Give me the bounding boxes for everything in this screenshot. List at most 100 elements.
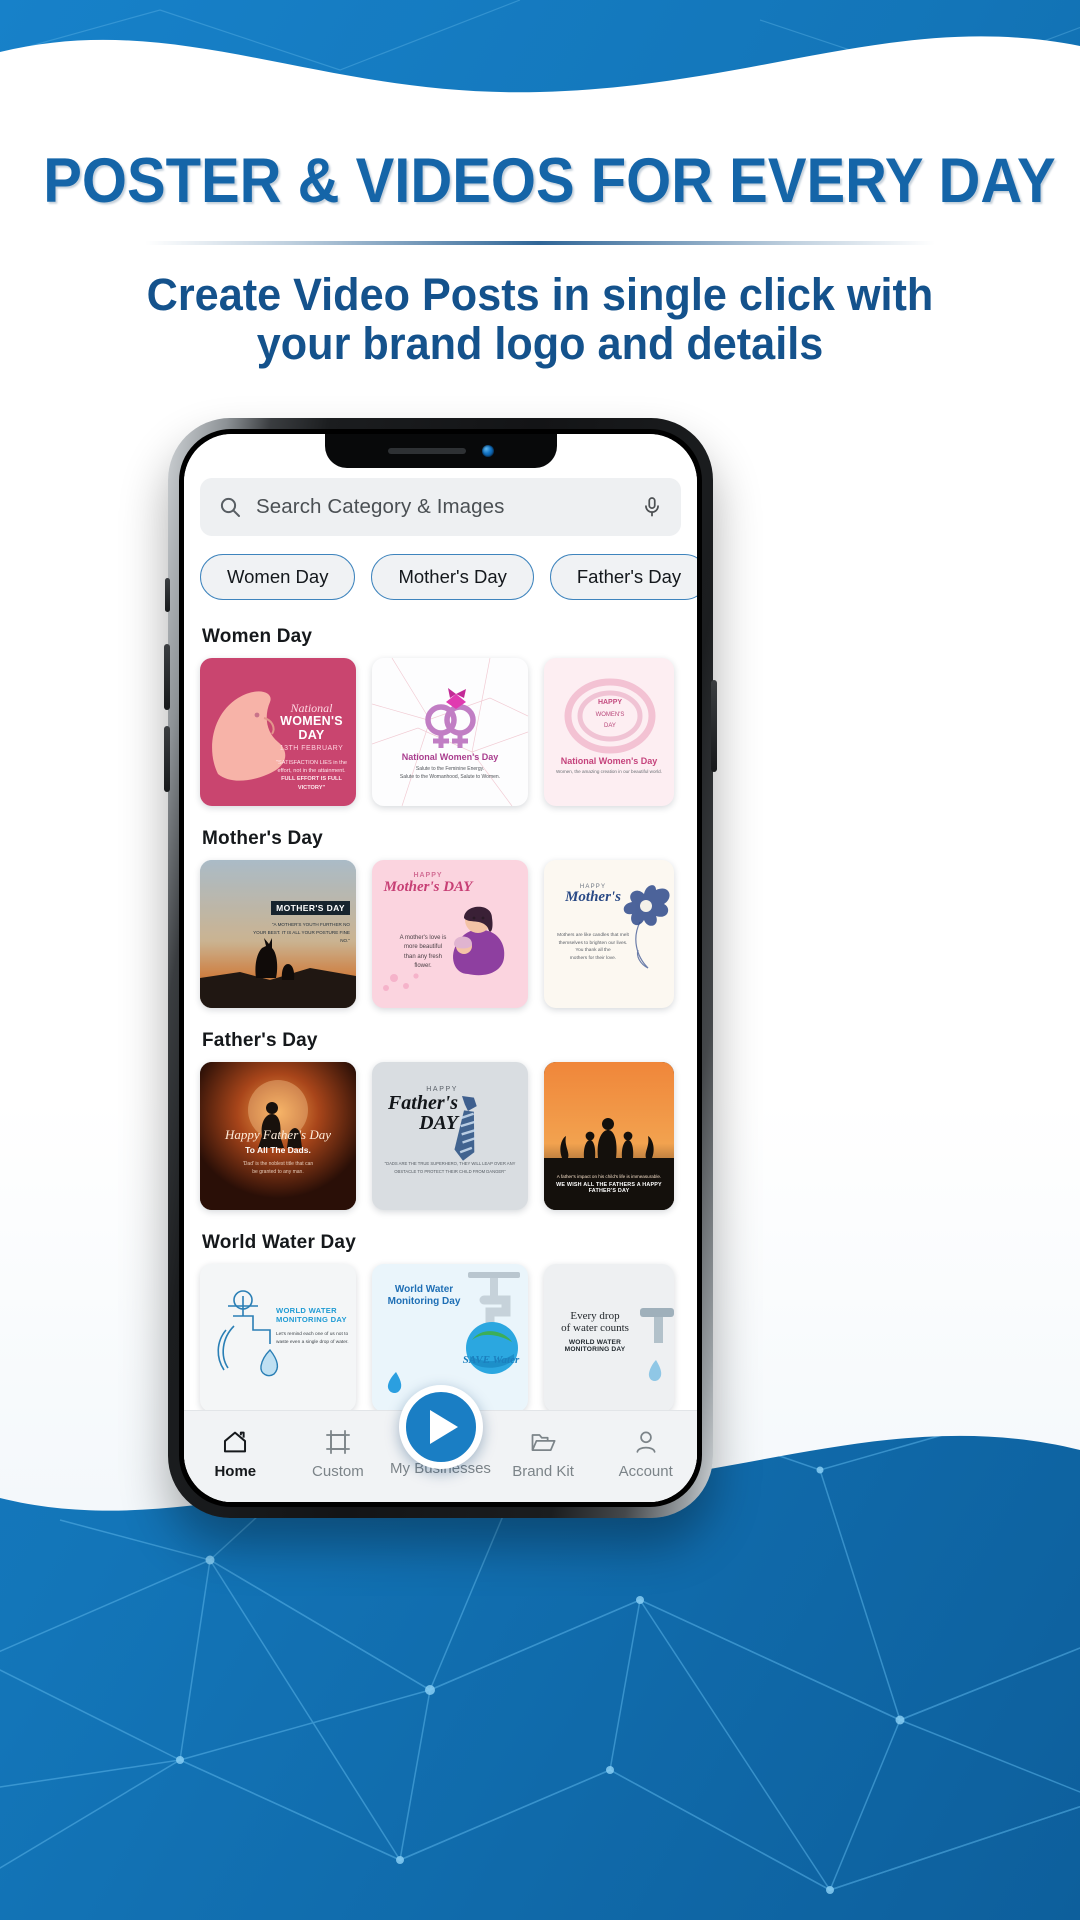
promo-subtitle-line2: your brand logo and details bbox=[256, 317, 824, 369]
nav-item-home[interactable]: Home bbox=[184, 1428, 287, 1480]
poster-main-title: To All The Dads. bbox=[245, 1145, 311, 1155]
chip-fathers-day[interactable]: Father's Day bbox=[549, 554, 697, 600]
poster-quote-line: effort, not in the attainment. bbox=[277, 767, 346, 774]
title-divider bbox=[145, 241, 935, 245]
play-icon bbox=[430, 1410, 458, 1444]
chip-label: Father's Day bbox=[576, 566, 682, 587]
section-title-women-day: Women Day bbox=[202, 626, 313, 647]
nav-item-brand-kit[interactable]: Brand Kit bbox=[492, 1428, 595, 1480]
poster-script-title: Every drop bbox=[570, 1310, 620, 1322]
poster-card[interactable]: HAPPY Mother's Mothers are like candles … bbox=[544, 860, 674, 1008]
power-button[interactable] bbox=[711, 680, 717, 772]
section-title-mothers-day: Mother's Day bbox=[202, 828, 323, 849]
poster-main-title: of water counts bbox=[561, 1322, 629, 1335]
poster-quote-line: Women, the amazing creation in our beaut… bbox=[556, 769, 662, 774]
poster-quote-line: You thank all the bbox=[575, 948, 611, 954]
svg-text:WOMEN'S: WOMEN'S bbox=[596, 712, 625, 718]
poster-row-women-day: National WOMEN'S DAY 13TH FEBRUARY "SATI… bbox=[200, 658, 681, 806]
nav-item-account[interactable]: Account bbox=[594, 1428, 697, 1480]
nav-label: Custom bbox=[312, 1462, 364, 1480]
poster-art-necktie bbox=[454, 1096, 477, 1161]
app-screen: Search Category & Images Women Day Mothe… bbox=[184, 434, 697, 1502]
poster-main-title: MOTHER'S DAY bbox=[271, 901, 350, 915]
poster-main-title: Mother's DAY bbox=[383, 879, 473, 895]
poster-quote-line: Let's remind each one of us not to bbox=[276, 1331, 349, 1337]
poster-main-title: WOMEN'S DAY bbox=[280, 714, 343, 742]
poster-main-title: Father's DAY bbox=[387, 1092, 458, 1134]
volume-up-button[interactable] bbox=[164, 644, 170, 710]
poster-art-word-cloud: HAPPY WOMEN'S DAY bbox=[564, 678, 656, 754]
poster-card[interactable]: National Women's Day Salute to the Femin… bbox=[372, 658, 528, 806]
svg-text:HAPPY: HAPPY bbox=[598, 699, 622, 706]
poster-main-title: World Water Monitoring Day bbox=[387, 1284, 461, 1307]
poster-quote-line: Mothers are like candles that melt bbox=[557, 933, 629, 938]
poster-quote-line: OBSTACLE TO PROTECT THEIR CHILD FROM DAN… bbox=[394, 1168, 506, 1174]
folder-icon bbox=[531, 1433, 556, 1451]
poster-quote-line: A mother's love is bbox=[399, 935, 447, 941]
poster-quote-line: "SATISFACTION LIES in the bbox=[276, 759, 347, 766]
search-input[interactable]: Search Category & Images bbox=[200, 478, 681, 536]
poster-quote-line: Salute to the Womanhood, Salute to Women… bbox=[399, 774, 501, 780]
poster-main-title: Mother's bbox=[565, 889, 621, 905]
poster-card[interactable]: HAPPY Father's DAY "DADS ARE THE TRUE SU… bbox=[372, 1062, 528, 1210]
chip-label: Mother's Day bbox=[398, 566, 507, 587]
poster-card[interactable]: A father's impact on his child's life is… bbox=[544, 1062, 674, 1210]
poster-quote-line: more beautiful bbox=[403, 944, 443, 951]
poster-date: 13TH FEBRUARY bbox=[279, 744, 344, 752]
promo-subtitle-line1: Create Video Posts in single click with bbox=[146, 269, 934, 320]
bottom-navigation[interactable]: Home Custom My Businesses Brand Kit Acco… bbox=[184, 1385, 697, 1502]
poster-script-title: National bbox=[290, 701, 333, 715]
poster-card[interactable]: MOTHER'S DAY "A MOTHER'S YOUTH FURTHER N… bbox=[200, 860, 356, 1008]
silent-switch[interactable] bbox=[165, 578, 170, 612]
poster-card[interactable]: Every drop of water counts WORLD WATER M… bbox=[544, 1264, 674, 1410]
home-icon bbox=[224, 1431, 247, 1452]
poster-quote-line: be granted to any man. bbox=[252, 1169, 304, 1175]
poster-card[interactable]: HAPPY Mother's DAY A mother's love is mo… bbox=[372, 860, 528, 1008]
poster-script-title: Happy Father's Day bbox=[224, 1127, 332, 1142]
poster-quote-line: "A MOTHER'S YOUTH FURTHER NO bbox=[271, 922, 350, 927]
poster-quote-line: than any fresh bbox=[403, 953, 443, 960]
poster-quote-line: WORLD WATER MONITORING DAY bbox=[564, 1339, 626, 1354]
crop-icon bbox=[325, 1429, 350, 1454]
poster-quote-line: FULL EFFORT IS FULL VICTORY" bbox=[281, 776, 342, 791]
phone-mockup: Search Category & Images Women Day Mothe… bbox=[164, 418, 717, 1518]
category-chip-row[interactable]: Women Day Mother's Day Father's Day bbox=[184, 536, 697, 604]
poster-quote-line: Salute to the Feminine Energy. bbox=[415, 766, 485, 772]
poster-quote-line: "DADS ARE THE TRUE SUPERHERO, THEY WILL … bbox=[384, 1161, 516, 1166]
poster-art-venus-symbols bbox=[372, 658, 528, 806]
person-icon bbox=[636, 1431, 656, 1453]
poster-feed[interactable]: Women Day National WOMEN'S DAY 13TH FEBR… bbox=[184, 604, 697, 1410]
search-icon bbox=[220, 497, 240, 517]
poster-card[interactable]: WORLD WATER MONITORING DAY Let's remind … bbox=[200, 1264, 356, 1410]
chip-label: Women Day bbox=[227, 566, 329, 587]
promo-text-block: POSTER & VIDEOS FOR EVERY DAY Create Vid… bbox=[0, 150, 1080, 368]
poster-card[interactable]: Happy Father's Day To All The Dads. 'Dad… bbox=[200, 1062, 356, 1210]
microphone-icon[interactable] bbox=[641, 496, 663, 518]
poster-row-mothers-day: MOTHER'S DAY "A MOTHER'S YOUTH FURTHER N… bbox=[200, 860, 681, 1008]
poster-quote-line: A father's impact on his child's life is… bbox=[556, 1174, 662, 1179]
volume-down-button[interactable] bbox=[164, 726, 170, 792]
poster-row-fathers-day: Happy Father's Day To All The Dads. 'Dad… bbox=[200, 1062, 681, 1210]
poster-main-title: WE WISH ALL THE FATHERS A HAPPY FATHER'S… bbox=[556, 1182, 662, 1194]
section-title-fathers-day: Father's Day bbox=[202, 1030, 318, 1051]
earpiece-speaker-icon bbox=[387, 448, 466, 454]
nav-label: Account bbox=[618, 1462, 673, 1480]
chip-women-day[interactable]: Women Day bbox=[200, 554, 356, 600]
nav-item-custom[interactable]: Custom bbox=[287, 1428, 390, 1480]
poster-quote-line: YOUR BEST. IT IS ALL YOUR POSTURE FINE N… bbox=[253, 929, 350, 943]
chip-mothers-day[interactable]: Mother's Day bbox=[371, 554, 534, 600]
create-video-button[interactable] bbox=[398, 1385, 483, 1469]
poster-quote-line: waste even a single drop of water. bbox=[276, 1339, 349, 1345]
poster-card[interactable]: HAPPY WOMEN'S DAY National Women's Day W… bbox=[544, 658, 674, 806]
promo-subtitle: Create Video Posts in single click with … bbox=[22, 269, 1059, 369]
front-camera-icon bbox=[481, 445, 494, 457]
search-placeholder: Search Category & Images bbox=[256, 495, 505, 518]
poster-quote-line: themselves to brighten our lives. bbox=[558, 940, 628, 946]
poster-main-title: National Women's Day bbox=[401, 752, 499, 762]
phone-notch bbox=[324, 434, 557, 468]
poster-main-title: WORLD WATER MONITORING DAY bbox=[276, 1306, 347, 1325]
poster-card[interactable]: National WOMEN'S DAY 13TH FEBRUARY "SATI… bbox=[200, 658, 356, 806]
page-title: POSTER & VIDEOS FOR EVERY DAY bbox=[43, 146, 1056, 216]
nav-label: Brand Kit bbox=[512, 1462, 574, 1480]
poster-script-title: SAVE Water bbox=[462, 1354, 520, 1366]
